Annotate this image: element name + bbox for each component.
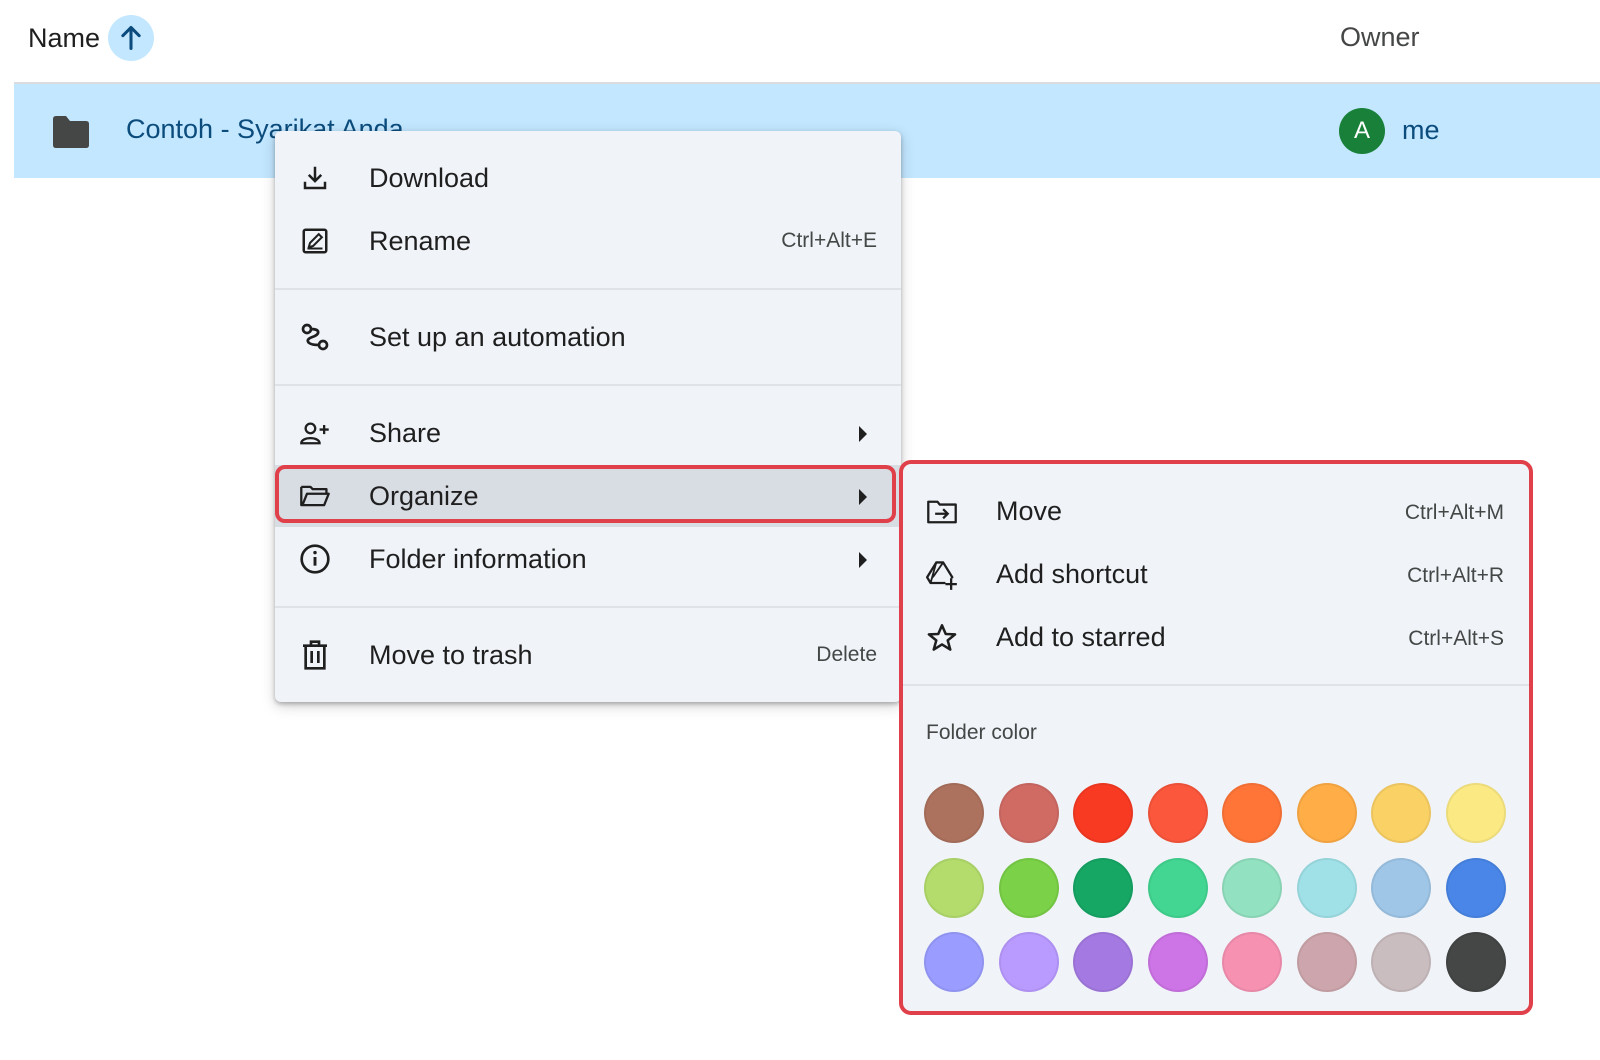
arrow-up-icon (121, 25, 141, 51)
folder-icon (53, 116, 89, 148)
trash-icon (299, 639, 331, 671)
organize-highlight-outline (275, 465, 896, 523)
context-menu: Download Rename Ctrl+Alt+E Set up an aut… (275, 131, 901, 702)
menu-item-share[interactable]: Share (275, 402, 901, 464)
menu-item-rename[interactable]: Rename Ctrl+Alt+E (275, 210, 901, 272)
file-list-header: Name Owner (0, 0, 1600, 82)
shortcut-hint: Ctrl+Alt+E (781, 229, 877, 252)
menu-item-label: Folder information (369, 543, 587, 574)
menu-divider (275, 288, 901, 290)
menu-item-label: Set up an automation (369, 321, 626, 352)
menu-item-label: Download (369, 162, 490, 193)
owner-column-header[interactable]: Owner (1340, 22, 1420, 53)
menu-item-label: Rename (369, 225, 472, 256)
menu-item-move-to-trash[interactable]: Move to trash Delete (275, 624, 901, 686)
download-icon (299, 162, 331, 194)
menu-item-label: Move to trash (369, 639, 533, 670)
menu-item-automation[interactable]: Set up an automation (275, 306, 901, 368)
share-icon (299, 417, 331, 449)
submenu-highlight-outline (899, 460, 1533, 1015)
rename-icon (299, 225, 331, 257)
owner-avatar: A (1339, 108, 1385, 154)
owner-name: me (1402, 115, 1440, 145)
name-column-header[interactable]: Name (28, 14, 155, 62)
menu-divider (275, 384, 901, 386)
name-column-label: Name (28, 22, 101, 53)
menu-divider (275, 606, 901, 608)
sort-direction-button[interactable] (108, 15, 155, 61)
shortcut-hint: Delete (816, 643, 877, 666)
menu-item-label: Share (369, 417, 442, 448)
menu-item-folder-information[interactable]: Folder information (275, 528, 901, 590)
menu-item-download[interactable]: Download (275, 147, 901, 209)
info-icon (299, 543, 331, 575)
automation-icon (299, 321, 331, 353)
chevron-right-icon (859, 426, 867, 442)
chevron-right-icon (859, 552, 867, 568)
